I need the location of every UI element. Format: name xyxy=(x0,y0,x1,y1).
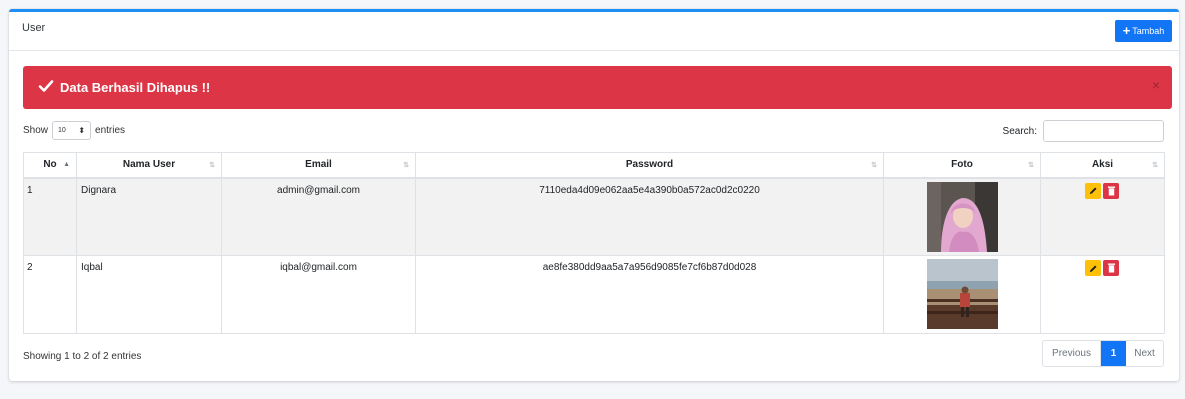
success-alert: Data Berhasil Dihapus !! × xyxy=(23,66,1172,109)
cell-no: 2 xyxy=(23,255,77,334)
cell-password: ae8fe380dd9aa5a7a956d9085fe7cf6b87d0d028 xyxy=(415,255,884,334)
sort-icon: ⇅ xyxy=(209,162,215,169)
row-actions xyxy=(1085,260,1164,276)
select-caret-icon: ⬍ xyxy=(78,126,86,135)
card-title: User xyxy=(22,22,46,34)
cell-foto xyxy=(883,255,1041,334)
sort-icon: ⇅ xyxy=(403,162,409,169)
user-photo xyxy=(926,259,998,329)
check-icon xyxy=(38,80,54,92)
next-button[interactable]: Next xyxy=(1126,341,1163,366)
sort-icon: ⇅ xyxy=(871,162,877,169)
column-header-password[interactable]: Password ⇅ xyxy=(415,152,884,179)
column-header-aksi[interactable]: Aksi ⇅ xyxy=(1040,152,1165,179)
user-table: No ▲ Nama User ⇅ Email ⇅ Password ⇅ Foto ⇅ Ak… xyxy=(23,152,1165,334)
table-info: Showing 1 to 2 of 2 entries xyxy=(23,351,142,362)
cell-password: 7110eda4d09e062aa5e4a390b0a572ac0d2c0220 xyxy=(415,177,884,256)
entries-select-value: 10 xyxy=(58,127,66,134)
user-card: User + Tambah Data Berhasil Dihapus !! ×… xyxy=(9,9,1179,381)
cell-name: Iqbal xyxy=(76,255,222,334)
sort-icon: ⇅ xyxy=(1028,162,1034,169)
cell-no: 1 xyxy=(23,177,77,256)
cell-email: iqbal@gmail.com xyxy=(221,255,416,334)
show-label: Show xyxy=(23,125,49,136)
column-header-no[interactable]: No ▲ xyxy=(23,152,77,179)
previous-button[interactable]: Previous xyxy=(1043,341,1101,366)
column-header-name[interactable]: Nama User ⇅ xyxy=(76,152,222,179)
pagination: Previous 1 Next xyxy=(1042,340,1164,367)
table-header-row: No ▲ Nama User ⇅ Email ⇅ Password ⇅ Foto ⇅ Ak… xyxy=(23,152,1165,179)
delete-button[interactable] xyxy=(1103,260,1119,276)
column-header-email[interactable]: Email ⇅ xyxy=(221,152,416,179)
card-header: User + Tambah xyxy=(9,12,1179,51)
edit-button[interactable] xyxy=(1085,182,1101,199)
edit-button[interactable] xyxy=(1085,260,1101,276)
cell-aksi xyxy=(1040,177,1165,256)
pencil-icon xyxy=(1089,264,1097,272)
trash-icon xyxy=(1107,263,1115,273)
table-row: 2 Iqbal iqbal@gmail.com ae8fe380dd9aa5a7… xyxy=(23,255,1165,334)
sort-asc-icon: ▲ xyxy=(63,161,70,168)
entries-label: entries xyxy=(95,125,126,136)
alert-close-button[interactable]: × xyxy=(1152,77,1160,93)
header-aksi-label: Aksi xyxy=(1091,159,1114,171)
entries-length-control: Show 10 ⬍ entries xyxy=(23,121,125,140)
search-control: Search: xyxy=(1003,120,1164,142)
sort-icon: ⇅ xyxy=(1152,162,1158,169)
page-1-button[interactable]: 1 xyxy=(1101,341,1126,366)
entries-select[interactable]: 10 ⬍ xyxy=(52,121,92,140)
cell-aksi xyxy=(1040,255,1165,334)
header-name-label: Nama User xyxy=(122,159,176,171)
header-email-label: Email xyxy=(305,159,332,171)
cell-name: Dignara xyxy=(76,177,222,256)
table-row: 1 Dignara admin@gmail.com 7110eda4d09e06… xyxy=(23,177,1165,256)
trash-icon xyxy=(1107,186,1115,195)
header-password-label: Password xyxy=(625,159,674,171)
search-label: Search: xyxy=(1002,125,1037,137)
plus-icon: + xyxy=(1122,23,1131,38)
alert-message: Data Berhasil Dihapus !! xyxy=(60,80,211,95)
header-foto-label: Foto xyxy=(951,159,973,171)
user-photo xyxy=(926,181,998,252)
search-input[interactable] xyxy=(1043,120,1164,142)
cell-foto xyxy=(883,177,1041,256)
pencil-icon xyxy=(1089,187,1097,195)
add-button-label: Tambah xyxy=(1132,26,1165,36)
row-actions xyxy=(1085,182,1164,199)
header-no-label: No xyxy=(43,159,57,171)
add-button[interactable]: + Tambah xyxy=(1115,20,1172,42)
delete-button[interactable] xyxy=(1103,182,1119,199)
column-header-foto[interactable]: Foto ⇅ xyxy=(883,152,1041,179)
cell-email: admin@gmail.com xyxy=(221,177,416,256)
